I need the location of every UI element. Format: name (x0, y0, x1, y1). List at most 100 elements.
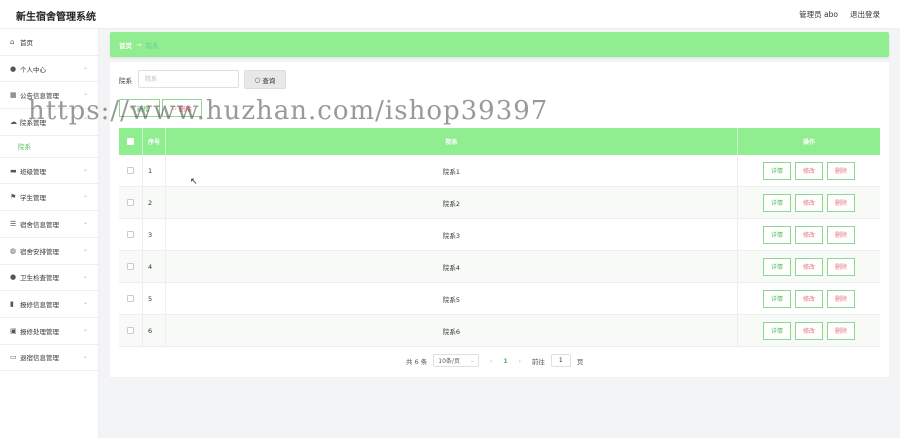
row-delete-button[interactable]: 删除 (827, 257, 855, 276)
main-content: 首页 → 院系 院系 ○ 查询 + 新增 ▫ 删除 序号 院系 操作 1院系1详… (110, 32, 889, 377)
sidebar-item-0[interactable]: ⌂ 首页 (0, 29, 98, 56)
sidebar-item-1[interactable]: ● 个人中心 ⌄ (0, 56, 98, 83)
header-user-area: 管理员 abo 退出登录 (799, 9, 880, 20)
logout-link[interactable]: 退出登录 (850, 9, 880, 20)
row-detail-button[interactable]: 详情 (763, 289, 791, 308)
table-row: 2 院系2 详情 修改 删除 (119, 187, 880, 219)
watermark-text: https://www.huzhan.com/ishop39397 (28, 96, 549, 126)
row-delete-button[interactable]: 删除 (827, 289, 855, 308)
sidebar-item-8[interactable]: ◍ 宿舍安排管理 ⌄ (0, 238, 98, 265)
chevron-down-icon: ⌄ (82, 352, 88, 360)
search-button-label: 查询 (262, 76, 276, 85)
row-checkbox-cell (119, 219, 143, 250)
chevron-down-icon: ⌄ (82, 192, 88, 200)
row-edit-button[interactable]: 修改 (795, 225, 823, 244)
list-icon: ☰ (10, 219, 17, 228)
row-edit-button[interactable]: 修改 (795, 289, 823, 308)
breadcrumb-current: 院系 (145, 41, 159, 50)
page-size-value: 10条/页 (438, 358, 460, 365)
table-row: 3 院系3 详情 修改 删除 (119, 219, 880, 251)
card-icon: ▬ (10, 166, 17, 175)
row-checkbox[interactable] (127, 199, 134, 206)
chevron-down-icon: ⌄ (82, 245, 88, 253)
row-detail-button[interactable]: 详情 (763, 257, 791, 276)
row-delete-button[interactable]: 删除 (827, 225, 855, 244)
row-delete-button[interactable]: 删除 (827, 161, 855, 180)
row-index: 2 (143, 187, 166, 218)
mouse-cursor-icon: ↖ (190, 177, 198, 187)
sidebar-item-label: 学生管理 (20, 194, 46, 203)
goto-page-input[interactable]: 1 (550, 354, 571, 367)
row-index: 6 (143, 315, 166, 346)
sidebar-item-label: 宿舍信息管理 (20, 220, 59, 229)
table-body: 1 院系1 详情 修改 删除 2 院系2 详情 修改 删除 3 院系3 详情 修改 删除 4 院系4 详情 修改 删除… (119, 155, 880, 347)
row-checkbox-cell (119, 315, 143, 346)
sidebar-item-label: 班级管理 (20, 167, 46, 176)
total-count: 共 6 条 (406, 357, 428, 366)
goto-label: 前往 (531, 357, 545, 366)
row-edit-button[interactable]: 修改 (795, 161, 823, 180)
sidebar-item-11[interactable]: ▣ 报修处理管理 ⌄ (0, 318, 98, 345)
user-icon: ● (10, 64, 17, 73)
row-actions: 详情 修改 删除 (738, 187, 880, 218)
sidebar-item-9[interactable]: ● 卫生检查管理 ⌄ (0, 265, 98, 292)
row-edit-button[interactable]: 修改 (795, 193, 823, 212)
row-name: 院系5 (166, 283, 738, 314)
row-edit-button[interactable]: 修改 (795, 321, 823, 340)
row-detail-button[interactable]: 详情 (763, 161, 791, 180)
row-checkbox[interactable] (127, 167, 134, 174)
row-detail-button[interactable]: 详情 (763, 225, 791, 244)
row-checkbox-cell (119, 283, 143, 314)
next-page-button[interactable]: › (514, 357, 526, 365)
row-name: 院系2 (166, 187, 738, 218)
sidebar-item-label: 退宿信息管理 (20, 354, 59, 363)
current-user: 管理员 abo (799, 10, 838, 19)
select-all-checkbox[interactable] (127, 138, 134, 145)
sidebar-subitem-dept[interactable]: 院系 (0, 136, 98, 158)
row-name: 院系6 (166, 315, 738, 346)
row-checkbox-cell (119, 251, 143, 282)
table-row: 6 院系6 详情 修改 删除 (119, 315, 880, 347)
row-index: 1 (143, 155, 166, 186)
breadcrumb: 首页 → 院系 (110, 32, 889, 57)
sidebar: ⌂ 首页 ● 个人中心 ⌄ ▦ 公告信息管理 ⌄ ☁ 院系管理 ⌃ 院系 ▬ 班级管理 ⌄ ⚑ 学生管理 ⌄ ☰ 宿舍… (0, 29, 99, 438)
row-index: 5 (143, 283, 166, 314)
row-detail-button[interactable]: 详情 (763, 321, 791, 340)
sidebar-item-12[interactable]: ▭ 退宿信息管理 ⌄ (0, 345, 98, 372)
row-checkbox[interactable] (127, 263, 134, 270)
row-checkbox[interactable] (127, 327, 134, 334)
chevron-down-icon: ⌄ (82, 272, 88, 280)
table-row: 5 院系5 详情 修改 删除 (119, 283, 880, 315)
chevron-down-icon: ⌄ (82, 219, 88, 227)
row-detail-button[interactable]: 详情 (763, 193, 791, 212)
sidebar-item-label: 卫生检查管理 (20, 274, 59, 283)
sidebar-item-6[interactable]: ⚑ 学生管理 ⌄ (0, 184, 98, 212)
sidebar-item-label: 报修处理管理 (20, 327, 59, 336)
search-input[interactable] (138, 70, 239, 88)
chevron-down-icon: ⌄ (82, 299, 88, 307)
breadcrumb-home[interactable]: 首页 (119, 40, 132, 50)
row-checkbox-cell (119, 187, 143, 218)
row-actions: 详情 修改 删除 (738, 155, 880, 186)
row-actions: 详情 修改 删除 (738, 251, 880, 282)
row-actions: 详情 修改 删除 (738, 219, 880, 250)
row-delete-button[interactable]: 删除 (827, 193, 855, 212)
row-checkbox[interactable] (127, 295, 134, 302)
row-index: 4 (143, 251, 166, 282)
sidebar-item-10[interactable]: ▮ 报修信息管理 ⌄ (0, 291, 98, 318)
search-button[interactable]: ○ 查询 (244, 70, 286, 89)
breadcrumb-separator: → (136, 40, 142, 49)
chart-icon: ▮ (10, 300, 14, 309)
page-size-select[interactable]: 10条/页 ⌄ (433, 354, 480, 367)
chevron-down-icon: ⌄ (82, 165, 88, 173)
sidebar-item-7[interactable]: ☰ 宿舍信息管理 ⌄ (0, 211, 98, 238)
sidebar-item-5[interactable]: ▬ 班级管理 ⌄ (0, 158, 98, 185)
row-delete-button[interactable]: 删除 (827, 321, 855, 340)
prev-page-button[interactable]: ‹ (485, 357, 497, 365)
row-checkbox[interactable] (127, 231, 134, 238)
flag-icon: ⚑ (10, 193, 17, 202)
page-number-current[interactable]: 1 (503, 357, 508, 365)
row-actions: 详情 修改 删除 (738, 283, 880, 314)
row-edit-button[interactable]: 修改 (795, 257, 823, 276)
row-index: 3 (143, 219, 166, 250)
